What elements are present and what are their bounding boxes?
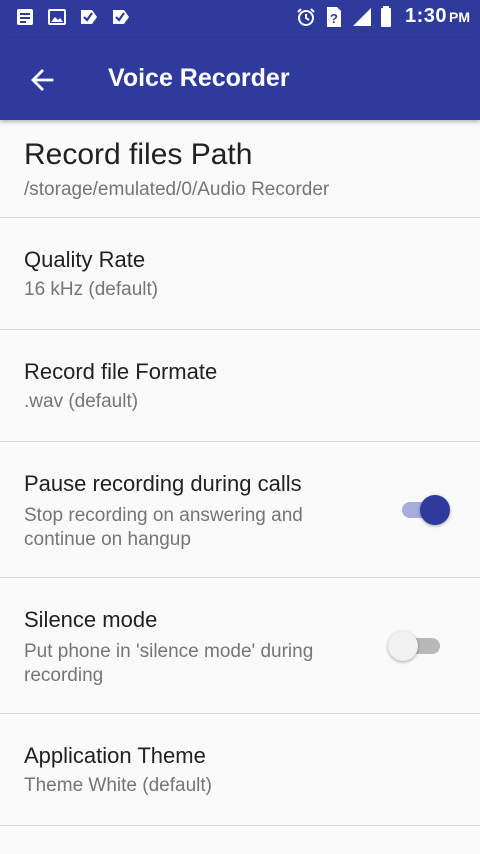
clock-ampm: PM [449,9,470,25]
toggle-thumb [388,631,418,661]
setting-title: Silence mode [24,607,158,632]
app-title: Voice Recorder [108,64,290,92]
setting-subtitle: .wav (default) [24,391,139,412]
setting-quality-rate[interactable]: Quality Rate 16 kHz (default) [0,218,480,330]
silence-mode-toggle[interactable] [388,630,446,661]
battery-icon [379,5,393,28]
setting-title: Record file Formate [24,359,218,384]
pause-recording-toggle[interactable] [400,494,452,525]
image-notification-icon [46,6,68,28]
clock-time: 1:30 [404,5,447,27]
back-button[interactable] [22,60,62,100]
setting-silence-mode[interactable]: Silence mode Put phone in 'silence mode'… [0,578,480,714]
status-bar: ? 1:30 PM [0,0,480,38]
svg-text:?: ? [330,11,338,26]
setting-application-theme[interactable]: Application Theme Theme White (default) [0,714,480,826]
app-bar: Voice Recorder [0,38,480,120]
setting-subtitle: Put phone in 'silence mode' during recor… [24,641,314,686]
setting-subtitle: 16 kHz (default) [24,279,159,300]
setting-title: Application Theme [24,743,206,768]
setting-record-files-path[interactable]: Record files Path /storage/emulated/0/Au… [0,120,480,218]
unknown-sim-icon: ? [323,6,345,28]
system-icons: ? 1:30 PM [295,5,470,28]
setting-subtitle: /storage/emulated/0/Audio Recorder [24,179,330,200]
setting-subtitle: Stop recording on answering and continue… [24,505,303,550]
settings-list: Record files Path /storage/emulated/0/Au… [0,120,480,826]
notification-icons [14,6,132,28]
task-check-icon [110,6,132,28]
toggle-thumb [420,495,450,525]
setting-subtitle: Theme White (default) [24,775,212,796]
task-check-icon [78,6,100,28]
alarm-icon [295,6,317,28]
setting-title: Quality Rate [24,247,146,272]
setting-title: Pause recording during calls [24,471,302,496]
signal-icon [351,6,373,28]
setting-record-file-format[interactable]: Record file Formate .wav (default) [0,330,480,442]
setting-title: Record files Path [24,138,253,171]
doc-notification-icon [14,6,36,28]
setting-pause-during-calls[interactable]: Pause recording during calls Stop record… [0,442,480,578]
arrow-left-icon [31,69,54,91]
